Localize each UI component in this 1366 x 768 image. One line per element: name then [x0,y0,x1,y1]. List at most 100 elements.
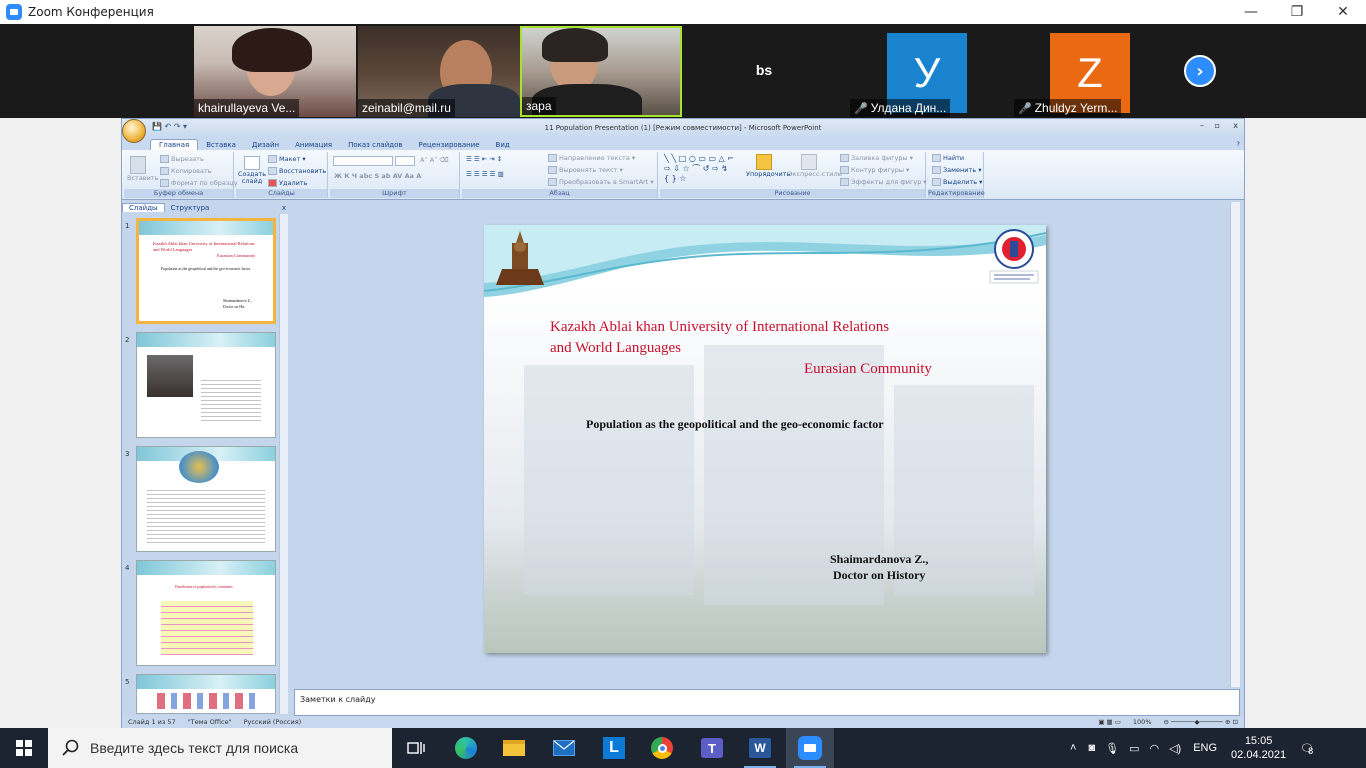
quick-styles-button[interactable]: Экспресс-стили [788,154,842,178]
tab-view[interactable]: Вид [488,140,518,150]
text-direction-button[interactable]: Направление текста ▾ [548,154,635,162]
replace-button[interactable]: Заменить ▾ [932,166,982,174]
tab-review[interactable]: Рецензирование [411,140,488,150]
status-theme: "Тема Office" [187,718,232,726]
edge-icon[interactable] [442,728,490,768]
help-icon[interactable]: ? [1237,140,1240,148]
shape-effects-button[interactable]: Эффекты для фигур ▾ [840,178,927,186]
align-buttons[interactable]: ☰ ☰ ☰ ☰ ▥ [466,170,504,178]
select-button[interactable]: Выделить ▾ [932,178,982,186]
microphone-icon[interactable]: 🎙 [1105,742,1119,755]
slides-pane-scrollbar[interactable] [279,214,288,714]
reset-button[interactable]: Восстановить [268,167,326,175]
group-label: Шрифт [330,189,459,198]
taskbar-search[interactable]: Введите здесь текст для поиска [48,728,392,768]
list-buttons[interactable]: ☰ ☰ ⇤ ⇥ ↕ [466,155,502,163]
slide-university-name-line2: and World Languages [550,340,681,356]
ppt-close-button[interactable]: x [1233,121,1238,130]
arrange-button[interactable]: Упорядочить [746,154,790,178]
slide-community: Eurasian Community [804,361,932,377]
view-buttons[interactable]: ▣ ▦ ▭ [1092,718,1127,726]
font-style-buttons[interactable]: Ж К Ч abc S ab AV Aa A [334,172,421,180]
slide-thumbnail-3[interactable] [136,446,276,552]
volume-icon[interactable]: ◁) [1169,742,1181,755]
tab-animation[interactable]: Анимация [287,140,340,150]
camera-icon[interactable]: ◙ [1088,742,1095,754]
layout-icon [268,155,277,163]
slides-pane: Слайды Структура x 1 Kazakh Ablai khan U… [122,202,292,716]
next-participants-button[interactable]: › [1184,55,1216,87]
clock[interactable]: 15:05 02.04.2021 [1231,734,1286,762]
slide-thumbnail-5[interactable] [136,674,276,714]
wifi-icon[interactable]: ◠ [1149,742,1159,755]
slide-thumbnail-1[interactable]: Kazakh Ablai khan University of Internat… [136,218,276,324]
close-button[interactable]: ✕ [1320,0,1366,24]
screen: Zoom Конференция — ❐ ✕ khairullayeva Ve.… [0,0,1366,768]
font-grow-shrink[interactable]: A˄ A˅ ⌫ [420,156,449,164]
minimize-button[interactable]: — [1228,0,1274,24]
new-slide-button[interactable]: Создать слайд [238,156,266,185]
restore-button[interactable]: ❐ [1274,0,1320,24]
layout-button[interactable]: Макет ▾ [268,155,306,163]
mail-icon[interactable] [540,728,588,768]
ribbon-tabs: Главная Вставка Дизайн Анимация Показ сл… [122,137,1244,150]
show-hidden-icons[interactable]: ˄ [1070,742,1076,754]
shape-fill-button[interactable]: Заливка фигуры ▾ [840,154,913,162]
battery-icon[interactable]: ▭ [1129,742,1139,755]
zoom-taskbar-icon[interactable] [786,728,834,768]
slide-thumbnail-2[interactable] [136,332,276,438]
file-explorer-icon[interactable] [490,728,538,768]
tab-outline[interactable]: Структура [165,204,216,212]
slide-vertical-scrollbar[interactable] [1230,202,1240,687]
participant-tile-bs[interactable]: bs [684,26,844,117]
format-painter-button[interactable]: Формат по образцу [160,179,238,187]
tab-home[interactable]: Главная [150,139,199,150]
group-editing: Найти Заменить ▾ Выделить ▾ Редактирован… [928,152,985,198]
find-button[interactable]: Найти [932,154,964,162]
close-pane-icon[interactable]: x [282,204,286,212]
zoom-slider[interactable]: ⊖ ──────◆────── ⊕ ⊡ [1158,718,1245,726]
office-button[interactable] [122,119,146,143]
windows-icon [16,740,32,756]
shapes-gallery[interactable]: ╲ ╲ □ ○ ▭ ▭ △ ⌐ ⇨ ⇩ ☆ ⌒ ↺ ⇨ ↯ { } ☆ [664,154,734,184]
thumb-table [161,601,253,655]
task-view-icon[interactable] [392,728,440,768]
quick-access-toolbar[interactable]: 💾 ↶ ↷ ▾ [152,122,187,131]
notifications-button[interactable]: 🗨 8 [1300,742,1314,756]
participant-tile-khairullayeva[interactable]: khairullayeva Ve... [194,26,356,117]
tab-insert[interactable]: Вставка [198,140,244,150]
participant-tile-zara[interactable]: зара [520,26,682,117]
lync-icon[interactable]: L [590,728,638,768]
zoom-level[interactable]: 100% [1127,718,1158,726]
ppt-minimize-button[interactable]: – [1200,121,1204,130]
slide-1[interactable]: Kazakh Ablai khan University of Internat… [484,225,1046,653]
mic-muted-icon: 🎤 [1018,103,1032,115]
status-slide-count: Слайд 1 из 57 [128,718,176,726]
align-text-button[interactable]: Выровнять текст ▾ [548,166,623,174]
copy-button[interactable]: Копировать [160,167,212,175]
chrome-icon[interactable] [638,728,686,768]
thumb-text-lines [147,487,265,543]
start-button[interactable] [0,728,48,768]
smartart-button[interactable]: Преобразовать в SmartArt ▾ [548,178,654,186]
word-icon[interactable]: W [736,728,784,768]
select-icon [932,178,941,186]
input-language[interactable]: ENG [1193,742,1217,754]
font-name-select[interactable] [333,156,393,166]
slide-thumbnail-4[interactable]: Distribution of population by continents [136,560,276,666]
font-size-select[interactable] [395,156,415,166]
participant-tile-zeinabil[interactable]: zeinabil@mail.ru [358,26,520,117]
participant-tile-uldana[interactable]: У 🎤 Улдана Дин... [846,26,1008,117]
tab-slides[interactable]: Слайды [122,203,165,212]
teams-icon[interactable]: T [688,728,736,768]
tab-slideshow[interactable]: Показ слайдов [340,140,410,150]
shape-outline-button[interactable]: Контур фигуры ▾ [840,166,909,174]
delete-slide-button[interactable]: Удалить [268,179,307,187]
tab-design[interactable]: Дизайн [244,140,287,150]
notes-pane[interactable]: Заметки к слайду [294,689,1240,716]
cut-button[interactable]: Вырезать [160,155,204,163]
paste-button[interactable]: Вставить [127,156,158,182]
participant-tile-zhuldyz[interactable]: Z 🎤 Zhuldyz Yerm... [1010,26,1170,117]
ppt-restore-button[interactable]: ▫ [1215,121,1220,130]
slide-number: 4 [125,564,130,572]
